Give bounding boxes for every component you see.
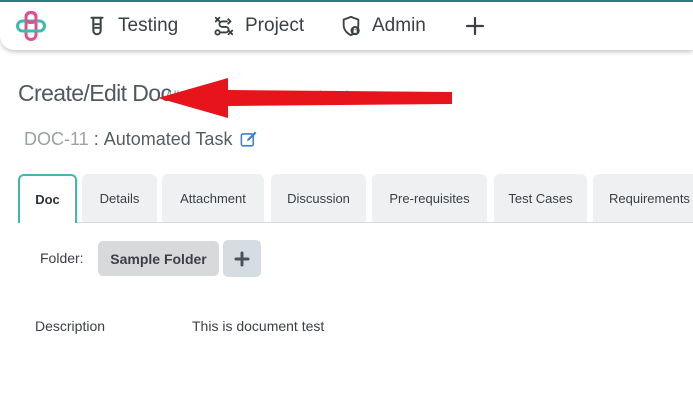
tab-bar: Doc Details Attachment Discussion Pre-re… [18,174,693,223]
folder-select-button[interactable]: Sample Folder [98,241,219,276]
nav-admin[interactable]: Admin [340,12,426,40]
plus-icon [234,251,250,266]
tab-discussion[interactable]: Discussion [271,174,366,222]
top-nav-bar: Testing Project Admin [0,0,693,50]
nav-testing-label: Testing [118,15,179,36]
doc-name: Automated Task [103,129,233,149]
doc-separator: : [93,129,99,149]
route-icon [214,16,234,36]
nav-project[interactable]: Project [213,12,304,40]
nav-testing[interactable]: Testing [86,12,178,40]
app-logo-icon[interactable] [16,11,46,41]
tab-doc[interactable]: Doc [18,174,77,223]
annotation-arrow-icon [158,78,452,118]
page-title: Create/Edit Doc [18,80,172,106]
description-label: Description [35,318,106,334]
tab-pre-requisites[interactable]: Pre-requisites [372,174,487,222]
shield-lock-icon [342,15,360,37]
add-folder-button[interactable] [223,240,261,277]
nav-admin-label: Admin [372,15,426,36]
tab-test-cases[interactable]: Test Cases [494,174,587,222]
tab-attachment[interactable]: Attachment [162,174,264,222]
doc-key: DOC-11 [24,129,89,149]
nav-project-label: Project [245,15,305,36]
edit-icon[interactable] [239,130,258,149]
doc-reference: DOC-11 : Automated Task [24,129,258,150]
description-value[interactable]: This is document test [192,318,324,334]
folder-label: Folder: [40,250,84,266]
test-tube-icon [90,16,104,36]
tab-requirements[interactable]: Requirements [593,174,693,222]
tab-details[interactable]: Details [82,174,157,222]
plus-icon[interactable] [463,14,487,38]
